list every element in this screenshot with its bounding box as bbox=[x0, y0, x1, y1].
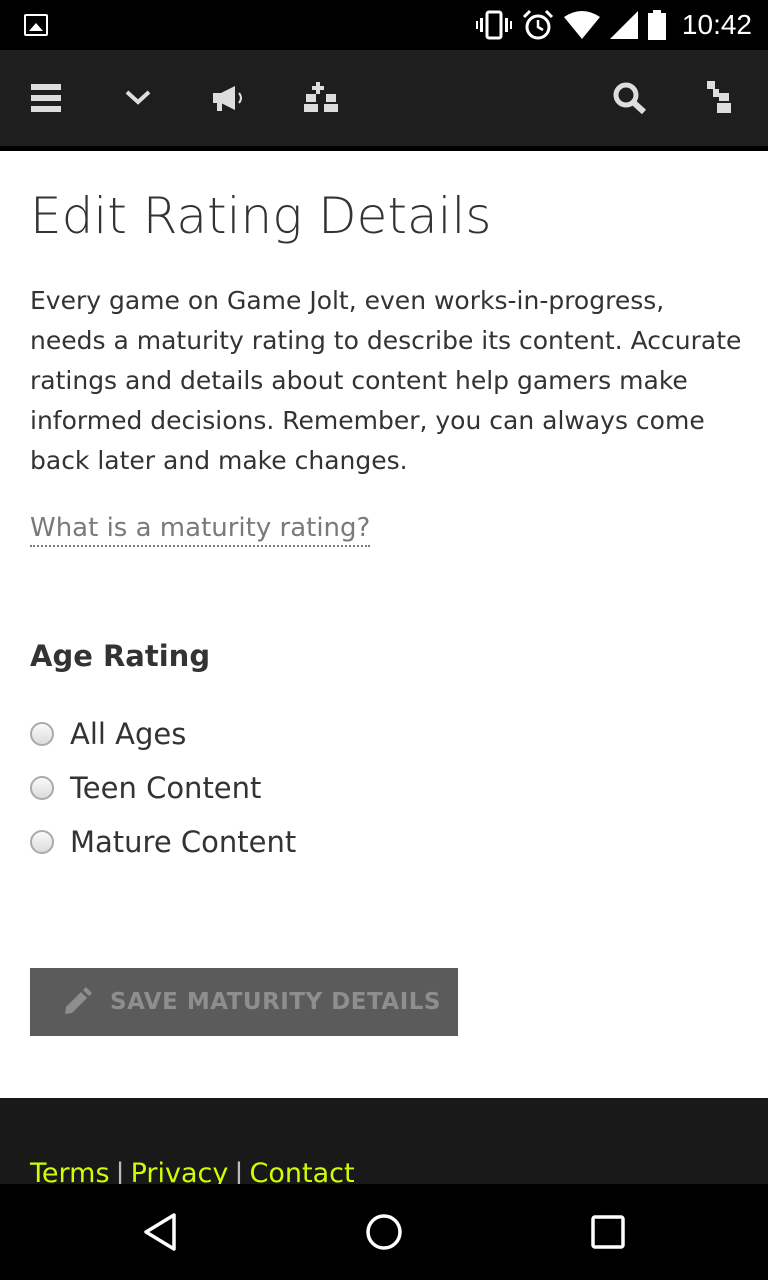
radio-option-mature-content[interactable]: Mature Content bbox=[30, 815, 740, 869]
footer-link-contact[interactable]: Contact bbox=[250, 1158, 355, 1184]
age-rating-options: All Ages Teen Content Mature Content bbox=[30, 707, 740, 869]
footer-link-privacy[interactable]: Privacy bbox=[131, 1158, 229, 1184]
wifi-icon bbox=[563, 11, 600, 39]
vibrate-icon bbox=[475, 10, 512, 40]
save-maturity-details-button[interactable]: SAVE MATURITY DETAILS bbox=[30, 968, 458, 1036]
search-icon bbox=[613, 82, 647, 114]
battery-icon bbox=[647, 10, 666, 40]
search-button[interactable] bbox=[600, 50, 660, 146]
menu-icon bbox=[31, 84, 61, 112]
chevron-down-icon bbox=[125, 90, 151, 105]
intro-text: Every game on Game Jolt, even works-in-p… bbox=[30, 286, 742, 475]
footer-links: Terms | Privacy | Contact bbox=[30, 1158, 355, 1184]
separator: | bbox=[115, 1158, 125, 1184]
back-button[interactable] bbox=[112, 1184, 208, 1280]
radio-label: All Ages bbox=[70, 717, 187, 751]
alarm-icon bbox=[522, 9, 553, 40]
menu-button[interactable] bbox=[16, 50, 76, 146]
user-icon bbox=[707, 81, 731, 113]
pencil-icon bbox=[65, 987, 92, 1014]
separator: | bbox=[234, 1158, 244, 1184]
maturity-rating-help-link[interactable]: What is a maturity rating? bbox=[30, 511, 371, 547]
signal-icon bbox=[609, 11, 638, 39]
footer-link-terms[interactable]: Terms bbox=[30, 1158, 110, 1184]
clock: 10:42 bbox=[681, 9, 752, 40]
home-button[interactable] bbox=[336, 1184, 432, 1280]
radio-label: Mature Content bbox=[70, 825, 297, 859]
home-icon bbox=[366, 1214, 402, 1250]
recents-icon bbox=[591, 1215, 625, 1249]
announcements-button[interactable] bbox=[200, 50, 260, 146]
dropdown-button[interactable] bbox=[108, 50, 168, 146]
app-bar bbox=[0, 50, 768, 146]
main-content: Edit Rating Details Every game on Game J… bbox=[30, 151, 741, 869]
status-icons: 10:42 bbox=[475, 0, 752, 50]
back-icon bbox=[144, 1213, 176, 1251]
friends-button[interactable] bbox=[292, 50, 352, 146]
user-button[interactable] bbox=[690, 50, 750, 146]
radio-button[interactable] bbox=[30, 722, 54, 746]
system-nav-bar bbox=[0, 1184, 768, 1280]
recents-button[interactable] bbox=[560, 1184, 656, 1280]
add-friend-icon bbox=[304, 82, 338, 112]
radio-button[interactable] bbox=[30, 830, 54, 854]
age-rating-title: Age Rating bbox=[30, 639, 211, 673]
radio-option-teen-content[interactable]: Teen Content bbox=[30, 761, 740, 815]
radio-option-all-ages[interactable]: All Ages bbox=[30, 707, 740, 761]
radio-button[interactable] bbox=[30, 776, 54, 800]
radio-label: Teen Content bbox=[70, 771, 262, 805]
page-title: Edit Rating Details bbox=[30, 187, 492, 245]
save-button-label: SAVE MATURITY DETAILS bbox=[110, 989, 441, 1015]
megaphone-icon bbox=[213, 86, 242, 111]
image-icon bbox=[24, 14, 48, 36]
footer: Terms | Privacy | Contact bbox=[0, 1098, 768, 1184]
status-bar: 10:42 bbox=[0, 0, 768, 50]
